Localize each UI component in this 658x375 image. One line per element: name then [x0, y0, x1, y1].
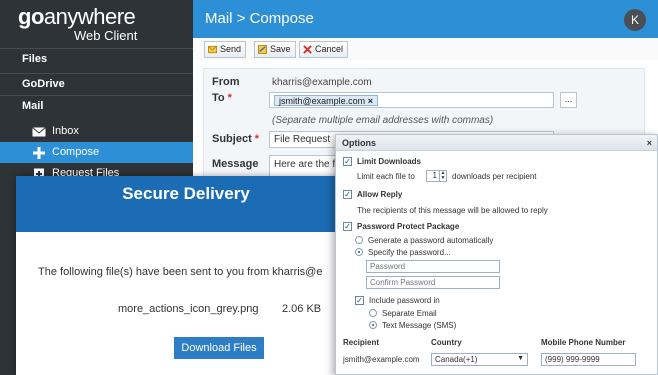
- separate-email-radio[interactable]: [369, 309, 377, 317]
- separate-email-label: Separate Email: [382, 309, 437, 318]
- delivery-title: Secure Delivery: [16, 176, 356, 232]
- from-label: From: [212, 76, 240, 88]
- include-password-checkbox[interactable]: ✓: [355, 296, 364, 305]
- phone-input[interactable]: (999) 999-9999: [541, 353, 636, 366]
- country-select[interactable]: Canada(+1) ▼: [431, 353, 528, 366]
- send-label: Send: [220, 44, 242, 54]
- text-message-radio[interactable]: [369, 321, 377, 329]
- specify-password-label: Specify the password...: [368, 248, 451, 257]
- page-title: Mail > Compose: [205, 10, 314, 27]
- envelope-icon: [208, 45, 217, 54]
- close-icon[interactable]: ×: [647, 135, 652, 151]
- message-label: Message: [212, 158, 259, 170]
- allow-reply-desc: The recipients of this message will be a…: [357, 206, 548, 215]
- logo-subtitle: Web Client: [74, 28, 138, 43]
- to-field[interactable]: jsmith@example.com ×: [269, 92, 554, 108]
- close-icon: [303, 45, 312, 54]
- generate-password-label: Generate a password automatically: [368, 236, 494, 245]
- from-value: kharris@example.com: [272, 77, 372, 88]
- specify-password-radio[interactable]: [355, 248, 363, 256]
- nav-section-files[interactable]: Files: [0, 48, 193, 68]
- options-title: Options ×: [336, 135, 657, 151]
- page-header: Mail > Compose K: [193, 0, 658, 38]
- col-country: Country: [431, 338, 462, 347]
- avatar[interactable]: K: [624, 9, 646, 31]
- sidebar-item-inbox[interactable]: Inbox: [0, 121, 193, 142]
- save-icon: [258, 45, 267, 54]
- delivery-file-size: 2.06 KB: [282, 303, 322, 315]
- brand: goanywhere Web Client: [0, 0, 193, 46]
- plus-icon: [33, 146, 45, 159]
- cancel-label: Cancel: [315, 44, 344, 54]
- nav-section-godrive[interactable]: GoDrive: [0, 73, 193, 93]
- delivery-file-name: more_actions_icon_grey.png: [118, 303, 259, 315]
- allow-reply-checkbox[interactable]: ✓: [343, 190, 352, 199]
- nav-section-mail[interactable]: Mail: [0, 95, 193, 115]
- sidebar-item-label: Compose: [52, 146, 100, 158]
- more-recipients-button[interactable]: ...: [560, 92, 577, 108]
- to-hint: (Separate multiple email addresses with …: [272, 115, 494, 126]
- limit-suffix: downloads per recipient: [452, 172, 537, 181]
- password-protect-checkbox[interactable]: ✓: [343, 222, 352, 231]
- save-button[interactable]: Save: [254, 41, 296, 58]
- save-label: Save: [270, 44, 291, 54]
- row-recipient: jsmith@example.com: [343, 355, 420, 364]
- cancel-button[interactable]: Cancel: [299, 41, 349, 58]
- generate-password-radio[interactable]: [355, 236, 363, 244]
- col-recipient: Recipient: [343, 338, 380, 347]
- confirm-password-input[interactable]: Confirm Password: [366, 276, 500, 289]
- subject-label: Subject *: [212, 133, 260, 145]
- download-files-button[interactable]: Download Files: [174, 337, 264, 359]
- stepper-arrows-icon[interactable]: ▲ ▼: [439, 171, 446, 181]
- limit-downloads-checkbox[interactable]: ✓: [343, 157, 352, 166]
- to-label: To *: [212, 92, 232, 104]
- limit-prefix: Limit each file to: [357, 172, 415, 181]
- delivery-text: The following file(s) have been sent to …: [38, 266, 323, 278]
- logo: goanywhere: [18, 4, 136, 29]
- sidebar-item-compose[interactable]: Compose: [0, 142, 193, 163]
- col-phone: Mobile Phone Number: [541, 338, 626, 347]
- envelope-icon: [32, 126, 46, 136]
- text-message-label: Text Message (SMS): [382, 321, 457, 330]
- include-password-label: Include password in: [369, 296, 440, 305]
- limit-stepper[interactable]: 1 ▲ ▼: [426, 170, 447, 182]
- recipient-chip[interactable]: jsmith@example.com ×: [274, 95, 378, 106]
- toolbar: Send Save Cancel: [193, 38, 658, 60]
- allow-reply-label: Allow Reply: [357, 190, 403, 199]
- options-dialog: Options × ✓ Limit Downloads Limit each f…: [335, 134, 658, 375]
- chip-remove-icon[interactable]: ×: [368, 96, 373, 106]
- send-button[interactable]: Send: [204, 41, 247, 58]
- sidebar-item-label: Inbox: [52, 125, 79, 137]
- password-protect-label: Password Protect Package: [357, 222, 460, 231]
- chevron-down-icon: ▼: [517, 355, 524, 362]
- limit-downloads-label: Limit Downloads: [357, 157, 421, 166]
- password-input[interactable]: Password: [366, 260, 500, 273]
